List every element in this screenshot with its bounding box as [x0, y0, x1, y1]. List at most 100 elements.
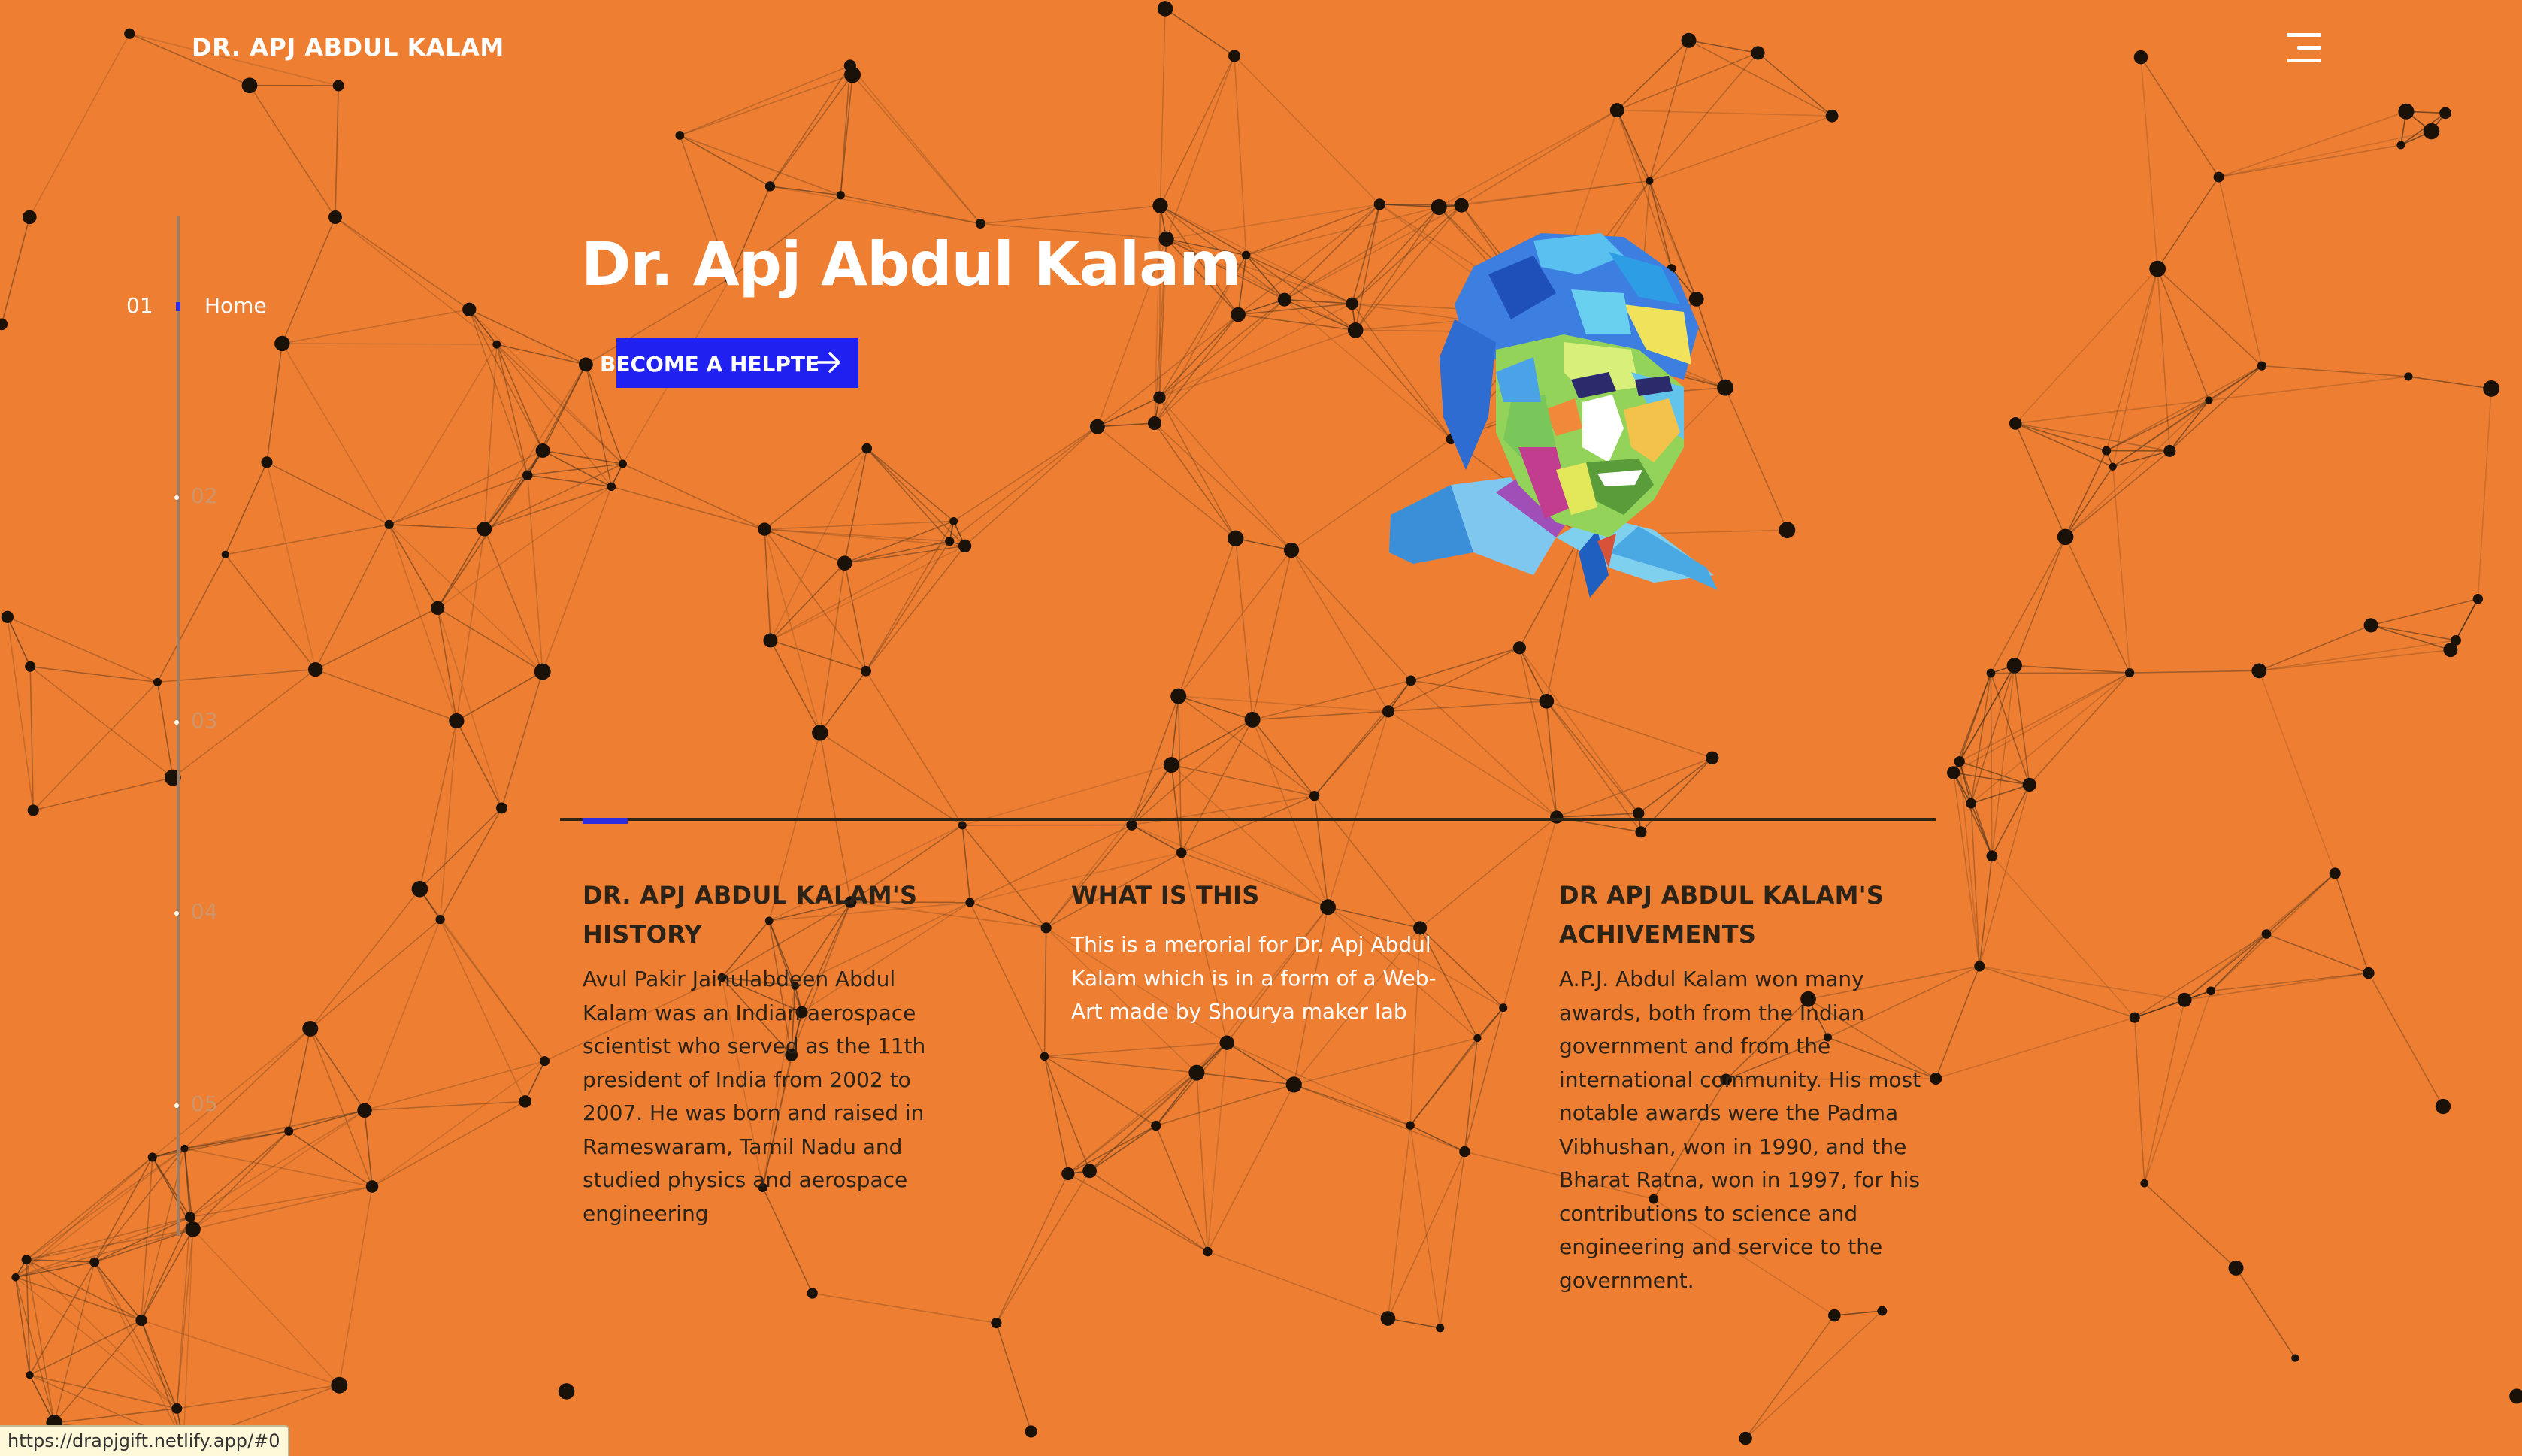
network-link	[680, 135, 770, 186]
network-link	[335, 217, 497, 344]
network-link	[1461, 110, 1617, 206]
network-node	[25, 661, 35, 672]
network-node	[1286, 1076, 1302, 1092]
network-node	[462, 303, 476, 316]
network-link	[484, 365, 586, 529]
network-node	[2149, 261, 2166, 277]
network-node	[949, 517, 958, 525]
network-link	[282, 310, 469, 344]
network-link	[1519, 648, 1546, 701]
network-node	[1245, 712, 1261, 728]
network-link	[2259, 640, 2456, 670]
network-link	[1410, 1125, 1464, 1152]
network-link	[1992, 665, 2015, 855]
achievements-section: DR APJ ABDUL KALAM'S ACHIVEMENTS A.P.J. …	[1559, 876, 1942, 1297]
network-link	[2135, 1000, 2184, 1017]
side-nav-rail	[177, 216, 180, 1236]
network-link	[1991, 674, 2029, 785]
network-link	[2135, 1018, 2145, 1184]
network-link	[1160, 300, 1285, 398]
network-link	[771, 541, 949, 640]
network-node	[1284, 543, 1299, 558]
network-link	[1315, 711, 1388, 795]
network-node	[328, 210, 342, 224]
network-link	[2169, 400, 2209, 450]
network-node	[1406, 676, 1416, 686]
network-node	[180, 1145, 188, 1152]
network-link	[845, 563, 866, 671]
network-node	[1706, 752, 1718, 764]
network-link	[2259, 625, 2371, 670]
network-link	[764, 529, 949, 541]
pop-art-portrait-illustration	[1383, 222, 1736, 613]
section-body: This is a merorial for Dr. Apj Abdul Kal…	[1071, 928, 1462, 1029]
network-link	[2066, 467, 2113, 537]
network-node	[1954, 756, 1965, 767]
network-node	[308, 662, 322, 677]
network-link	[389, 525, 457, 721]
network-link	[1167, 56, 1234, 238]
network-link	[1160, 330, 1356, 397]
network-node	[11, 1273, 19, 1281]
network-link	[1649, 41, 1688, 181]
network-link	[16, 1277, 55, 1423]
network-link	[1179, 696, 1388, 711]
network-link	[16, 1149, 185, 1277]
network-link	[1197, 1073, 1294, 1085]
network-link	[2219, 111, 2406, 177]
network-node	[1635, 826, 1646, 837]
network-node	[274, 336, 289, 351]
network-node	[242, 77, 258, 93]
network-node	[331, 1377, 347, 1394]
network-link	[2259, 650, 2451, 671]
network-link	[840, 74, 852, 195]
network-link	[2262, 366, 2408, 377]
network-link	[996, 1171, 1089, 1323]
network-link	[1992, 856, 2135, 1018]
network-link	[26, 1260, 54, 1423]
network-link	[95, 1262, 141, 1320]
link-status-bar: https://drapjgift.netlify.app/#0	[0, 1425, 289, 1456]
network-link	[437, 486, 611, 608]
network-link	[764, 521, 954, 529]
network-node	[2291, 1354, 2299, 1361]
hamburger-menu-icon[interactable]	[2285, 33, 2321, 63]
network-node	[1188, 1065, 1204, 1081]
network-link	[2157, 177, 2218, 269]
network-node	[991, 1318, 1001, 1328]
network-link	[2266, 934, 2369, 973]
network-link	[177, 1385, 339, 1409]
network-node	[2214, 172, 2224, 183]
network-link	[1991, 537, 2065, 673]
site-title[interactable]: DR. APJ ABDUL KALAM	[192, 33, 504, 62]
network-link	[335, 217, 469, 310]
section-body: Avul Pakir Jainulabdeen Abdul Kalam was …	[583, 963, 943, 1230]
become-a-helper-button[interactable]: BECOME A HELPTE	[616, 338, 858, 388]
network-link	[845, 541, 950, 563]
side-nav-number: 04	[191, 899, 218, 924]
network-node	[2009, 417, 2022, 430]
network-node	[492, 341, 501, 349]
network-node	[2436, 1099, 2451, 1114]
network-node	[2178, 993, 2192, 1007]
network-node	[2125, 668, 2134, 677]
network-node	[124, 29, 135, 39]
network-link	[771, 563, 845, 640]
network-link	[339, 1187, 372, 1385]
network-node	[536, 443, 550, 458]
network-node	[148, 1152, 157, 1161]
network-node	[1231, 307, 1246, 322]
side-nav-number: 03	[191, 708, 218, 733]
network-link	[680, 65, 850, 135]
network-node	[1431, 199, 1447, 215]
network-node	[222, 551, 229, 558]
network-link	[962, 765, 1171, 825]
network-link	[226, 525, 389, 555]
network-node	[945, 537, 954, 546]
network-link	[372, 1101, 525, 1186]
network-link	[1179, 696, 1252, 719]
network-node	[1974, 961, 1985, 971]
network-node	[958, 540, 971, 552]
network-link	[954, 427, 1098, 522]
network-link	[469, 310, 527, 475]
